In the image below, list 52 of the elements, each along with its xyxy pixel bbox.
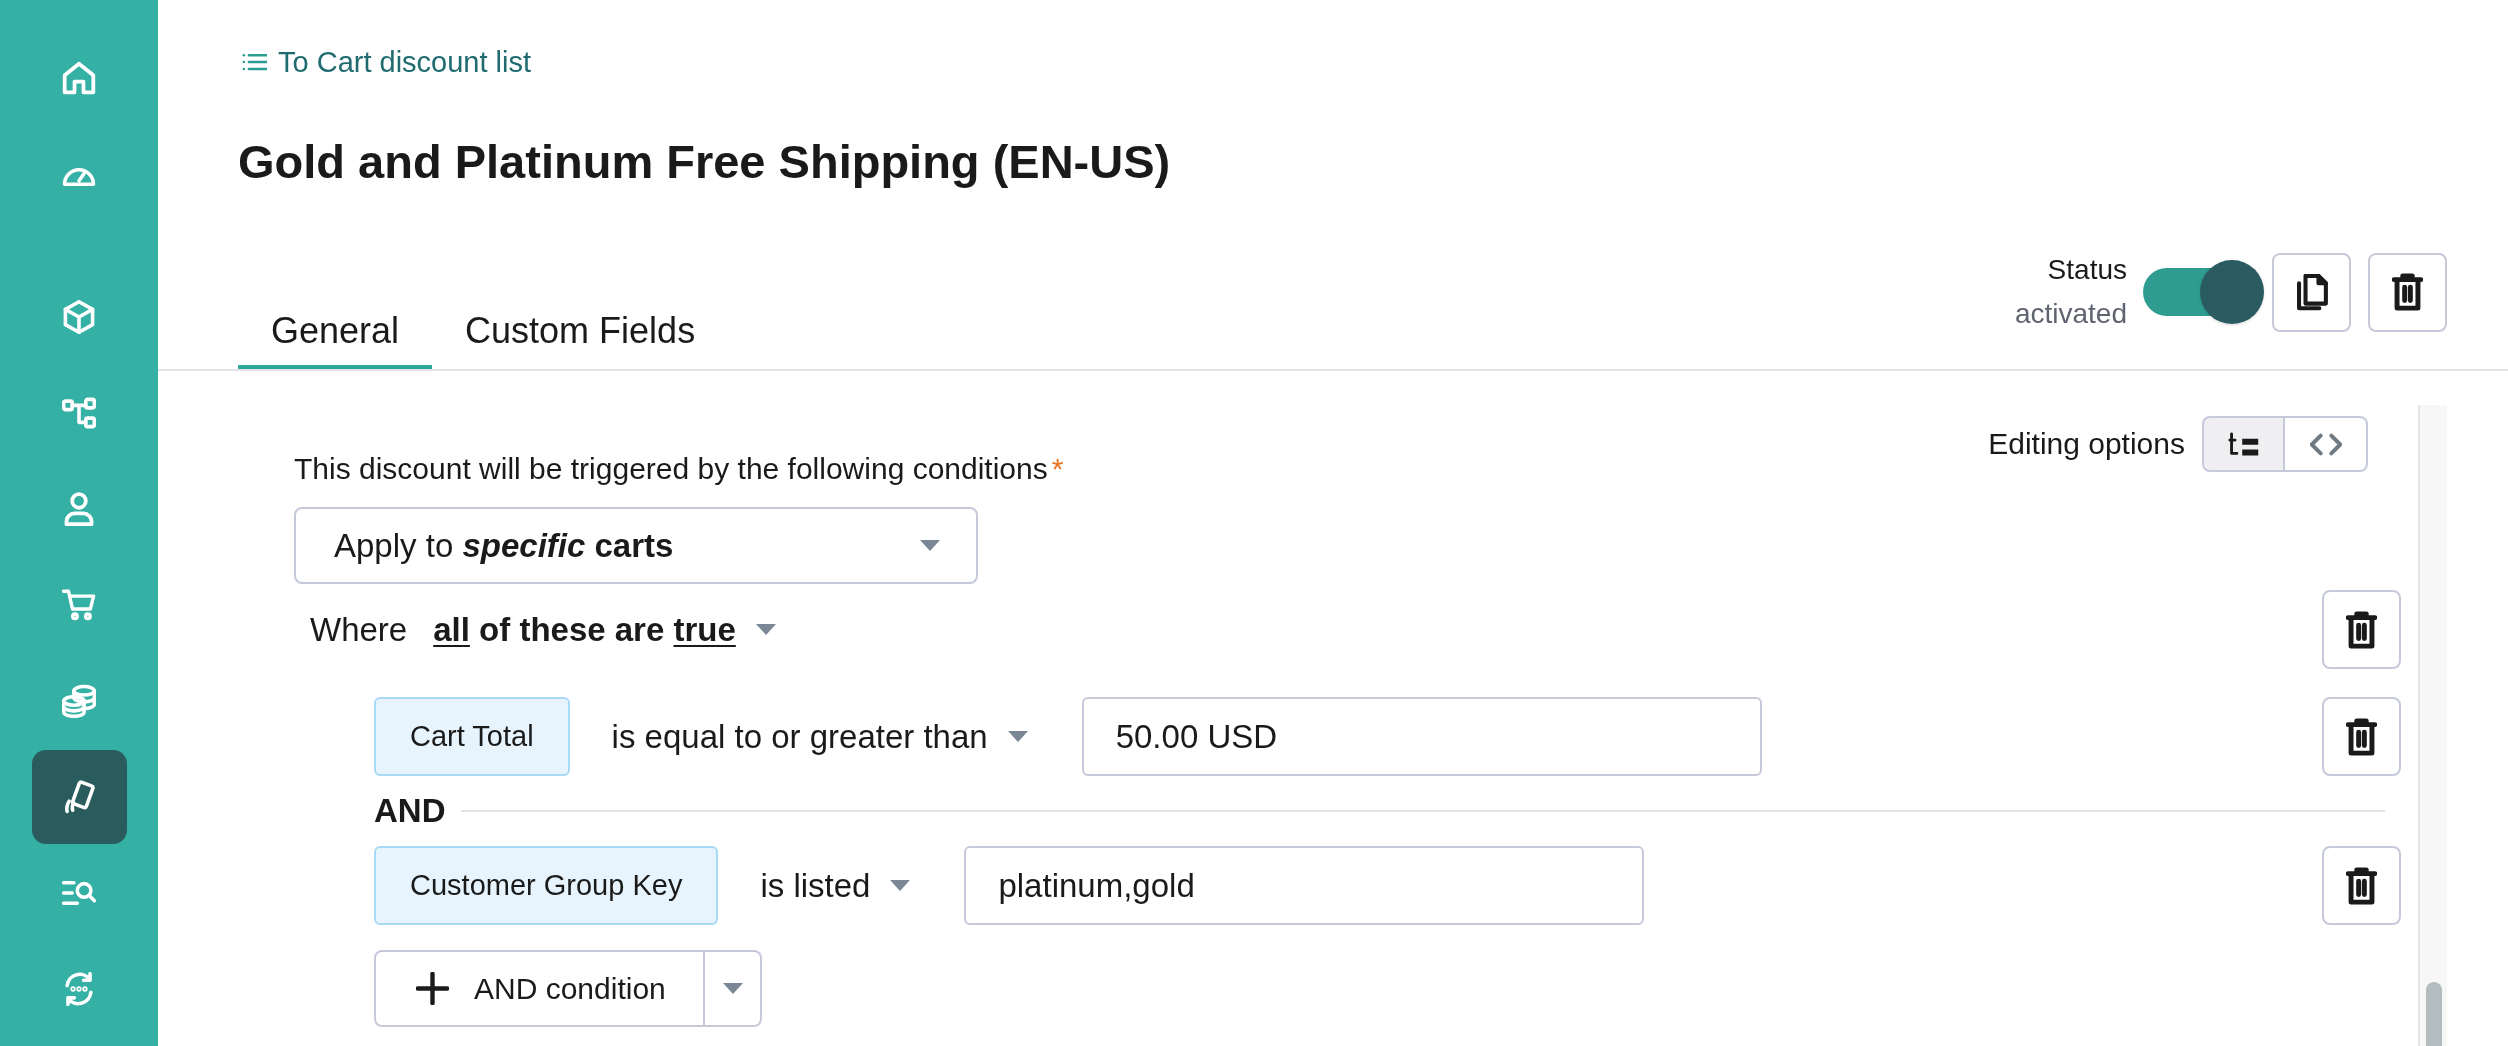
- scrollbar-track[interactable]: [2418, 405, 2447, 1046]
- editor-mode-button[interactable]: [2202, 416, 2285, 472]
- person-icon: [62, 492, 96, 526]
- and-label: AND: [374, 792, 446, 830]
- delete-button[interactable]: [2322, 846, 2401, 925]
- plus-icon: [416, 972, 449, 1005]
- caret-down-icon: [755, 624, 776, 635]
- delete-button[interactable]: [2322, 697, 2401, 776]
- trash-icon: [2346, 866, 2377, 905]
- conditions-label: This discount will be triggered by the following conditions*: [294, 452, 1064, 486]
- caret-down-icon: [722, 983, 743, 994]
- match-mode-dropdown[interactable]: all of these are true: [421, 601, 788, 658]
- add-condition-menu-button[interactable]: [705, 950, 762, 1027]
- status-toggle[interactable]: [2143, 260, 2264, 324]
- copy-icon: [2295, 273, 2328, 311]
- cart-scope-dropdown[interactable]: Apply to specific carts: [294, 507, 978, 584]
- caret-down-icon: [1007, 731, 1028, 742]
- list-icon: [242, 53, 267, 71]
- coins-icon: [62, 684, 96, 718]
- delete-button[interactable]: [2368, 252, 2447, 332]
- operator-dropdown[interactable]: is equal to or greater than: [595, 697, 1044, 776]
- caret-down-icon: [920, 540, 940, 551]
- status-label: Status: [2047, 253, 2127, 287]
- tilted-card-icon: [62, 780, 96, 814]
- where-label: Where: [310, 610, 408, 649]
- nav-item[interactable]: [31, 750, 127, 844]
- trash-icon: [2346, 610, 2377, 649]
- page-title: Gold and Platinum Free Shipping (EN-US): [238, 134, 1171, 190]
- cart-icon: [62, 588, 96, 622]
- delete-button[interactable]: [2322, 590, 2401, 669]
- value-input[interactable]: 50.00 USD: [1081, 697, 1762, 776]
- duplicate-button[interactable]: [2272, 252, 2351, 332]
- editing-options-label: Editing options: [1988, 427, 2185, 461]
- value-input[interactable]: platinum,gold: [964, 846, 1645, 925]
- tree-list-icon: [2227, 431, 2260, 457]
- add-condition-button[interactable]: AND condition: [374, 950, 705, 1027]
- caret-down-icon: [890, 880, 911, 891]
- tab[interactable]: Custom Fields: [432, 297, 729, 369]
- code-icon: [2309, 431, 2342, 457]
- home-icon: [62, 61, 96, 95]
- cube-icon: [62, 300, 96, 334]
- tab[interactable]: General: [238, 297, 433, 369]
- trash-icon: [2392, 273, 2423, 311]
- attribute-chip: Cart Total: [374, 697, 570, 776]
- scrollbar-thumb[interactable]: [2426, 982, 2442, 1046]
- back-link[interactable]: To Cart discount list: [242, 44, 532, 80]
- trash-icon: [2346, 717, 2377, 756]
- attribute-chip: Customer Group Key: [374, 846, 719, 925]
- hierarchy-icon: [62, 396, 96, 430]
- status-value: activated: [2014, 297, 2127, 331]
- operator-dropdown[interactable]: is listed: [744, 846, 927, 925]
- sync-icon: [62, 972, 96, 1006]
